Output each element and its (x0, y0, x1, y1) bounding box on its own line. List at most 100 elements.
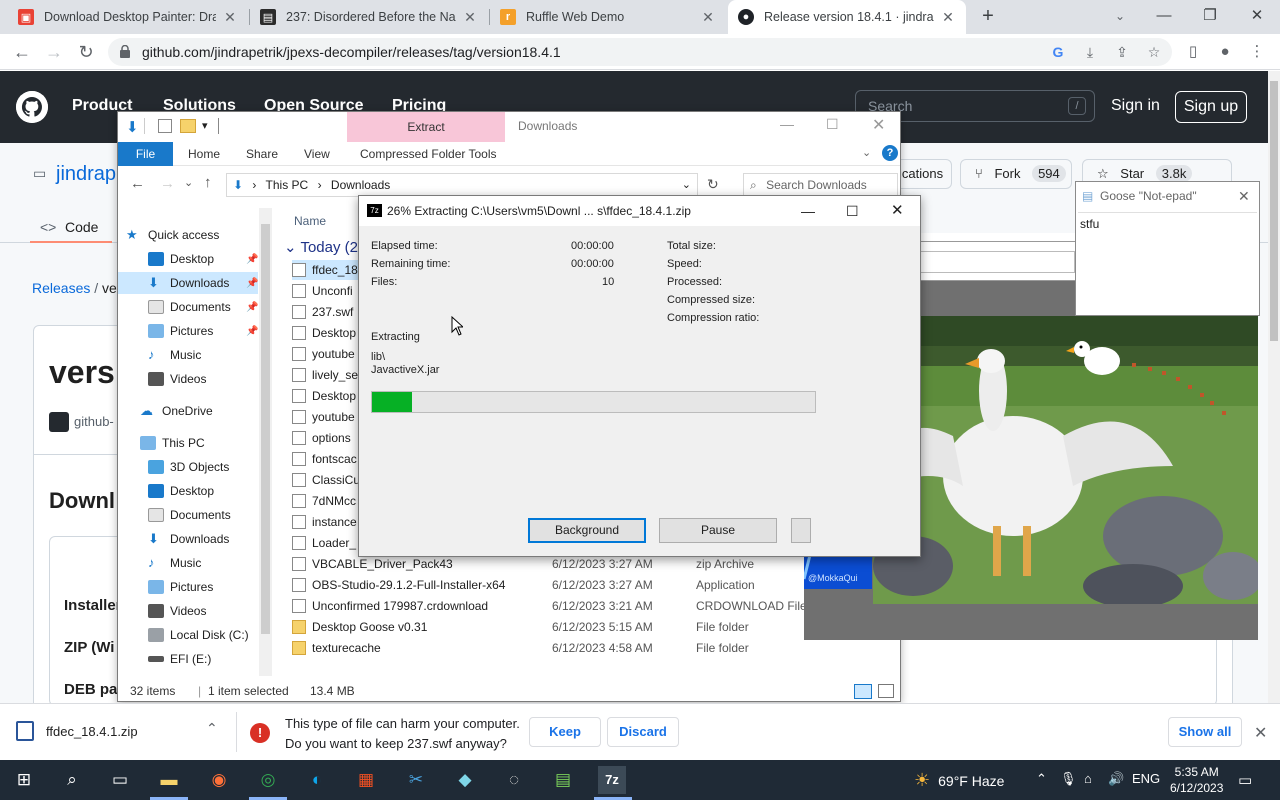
browser-tab-237[interactable]: ▤ 237: Disordered Before the Nake ✕ (250, 0, 488, 34)
new-tab-button[interactable]: + (976, 5, 1000, 29)
ribbon-extract-tab[interactable]: Extract (347, 112, 505, 142)
close-button[interactable]: ✕ (1238, 182, 1250, 210)
nav-music-pc[interactable]: ♪ Music (148, 552, 201, 574)
asset-zip[interactable]: ZIP (Wi (64, 639, 114, 656)
close-window-button[interactable]: ✕ (1234, 0, 1280, 34)
chevron-up-icon[interactable]: ⌃ (206, 720, 218, 737)
lock-icon[interactable] (120, 45, 130, 58)
7zip-taskbar-icon[interactable]: 7z (598, 766, 626, 794)
menu-kebab-icon[interactable]: ⋮ (1245, 40, 1269, 64)
large-icons-view-icon[interactable] (878, 684, 894, 698)
search-icon[interactable]: ⌕ (58, 766, 86, 794)
close-button[interactable]: ✕ (872, 115, 885, 135)
maximize-button[interactable]: ☐ (826, 116, 839, 133)
bookmark-star-icon[interactable]: ☆ (1144, 42, 1164, 62)
language-indicator[interactable]: ENG (1132, 771, 1160, 786)
column-name-header[interactable]: Name (294, 214, 326, 228)
address-bar[interactable]: github.com/jindrapetrik/jpexs-decompiler… (108, 38, 1172, 66)
recent-locations-icon[interactable]: ⌄ (184, 176, 193, 189)
background-button[interactable]: Background (528, 518, 646, 543)
file-row[interactable]: OBS-Studio-29.1.2-Full-Installer-x64 6/12… (292, 575, 892, 595)
task-view-icon[interactable]: ▭ (106, 766, 134, 794)
file-row[interactable]: Desktop Goose v0.31 6/12/2023 5:15 AM File… (292, 617, 892, 637)
tab-code[interactable]: Code (65, 219, 98, 235)
github-logo-icon[interactable] (16, 91, 48, 123)
refresh-icon[interactable]: ↻ (707, 176, 719, 193)
asset-installer[interactable]: Installer (64, 597, 122, 614)
app-icon[interactable]: ✂ (402, 766, 430, 794)
breadcrumb-downloads[interactable]: Downloads (331, 178, 390, 192)
sign-up-button[interactable]: Sign up (1175, 91, 1247, 123)
obs-icon[interactable]: ◌ (500, 766, 528, 794)
windows-start-icon[interactable]: ⊞ (10, 766, 38, 794)
file-row[interactable]: VBCABLE_Driver_Pack43 6/12/2023 3:27 AM zi… (292, 554, 892, 574)
chevron-right-icon[interactable]: › (318, 178, 322, 192)
close-icon[interactable]: ✕ (940, 9, 956, 26)
forward-button[interactable]: → (42, 40, 66, 64)
repo-owner-link[interactable]: jindrap (56, 163, 116, 186)
breadcrumb-this-pc[interactable]: This PC (266, 178, 309, 192)
notifications-icon[interactable]: ▭ (1238, 771, 1252, 789)
clock[interactable]: 5:35 AM 6/12/2023 (1170, 764, 1223, 796)
close-icon[interactable]: ✕ (462, 9, 478, 26)
nav-desktop-pc[interactable]: Desktop (148, 480, 214, 502)
maximize-button[interactable]: ☐ (846, 196, 859, 226)
close-icon[interactable]: ✕ (1254, 723, 1267, 743)
network-icon[interactable]: ⌂ (1084, 771, 1092, 786)
chrome-icon[interactable]: ◎ (254, 766, 282, 794)
chevron-down-icon[interactable]: ⌄ (682, 178, 691, 191)
nav-onedrive[interactable]: ☁ OneDrive (140, 400, 213, 422)
file-row[interactable]: texturecache 6/12/2023 4:58 AM File folder (292, 638, 892, 658)
nav-pictures-pc[interactable]: Pictures (148, 576, 213, 598)
close-icon[interactable]: ✕ (222, 9, 238, 26)
browser-tab-desktop-painter[interactable]: ▣ Download Desktop Painter: Draw ✕ (8, 0, 248, 34)
properties-icon[interactable] (158, 119, 172, 133)
nav-videos[interactable]: Videos (148, 368, 206, 390)
microphone-icon[interactable]: 🎙 (1060, 771, 1077, 787)
up-button[interactable]: ↑ (204, 174, 212, 191)
help-icon[interactable]: ? (882, 145, 898, 161)
forward-button[interactable]: → (160, 175, 175, 192)
back-button[interactable]: ← (10, 40, 34, 64)
google-translate-icon[interactable]: G (1048, 42, 1068, 62)
new-folder-icon[interactable] (180, 119, 196, 133)
nav-quick-access[interactable]: ★ Quick access (126, 224, 219, 246)
browser-tab-ruffle[interactable]: r Ruffle Web Demo ✕ (490, 0, 726, 34)
author-name[interactable]: github- (74, 414, 114, 429)
minimize-button[interactable]: — (780, 116, 794, 132)
nav-downloads-pc[interactable]: ⬇ Downloads (148, 528, 229, 550)
ribbon-view-tab[interactable]: View (304, 147, 330, 161)
explorer-address-bar[interactable]: ⬇ › This PC › Downloads ⌄ (226, 173, 698, 197)
nav-local-disk[interactable]: Local Disk (C:) (148, 624, 249, 646)
nav-3d-objects[interactable]: 3D Objects (148, 456, 229, 478)
minimize-button[interactable]: — (801, 196, 815, 226)
page-scrollbar[interactable] (1268, 71, 1280, 703)
chevron-right-icon[interactable]: › (252, 178, 256, 192)
app-icon[interactable]: ▤ (549, 766, 577, 794)
volume-icon[interactable]: 🔊 (1108, 771, 1124, 787)
profile-avatar-icon[interactable]: ● (1213, 40, 1237, 64)
install-app-icon[interactable]: ⤓ (1080, 42, 1100, 62)
scrollbar-thumb[interactable] (261, 224, 270, 634)
explorer-search-input[interactable]: ⌕ Search Downloads (743, 173, 898, 197)
minimize-button[interactable]: — (1141, 0, 1187, 34)
download-item[interactable]: ffdec_18.4.1.zip (16, 721, 138, 741)
ribbon-home-tab[interactable]: Home (188, 147, 220, 161)
nav-this-pc[interactable]: This PC (140, 432, 205, 454)
back-button[interactable]: ← (130, 175, 145, 192)
share-icon[interactable]: ⇪ (1112, 42, 1132, 62)
nav-music[interactable]: ♪ Music (148, 344, 201, 366)
nav-efi[interactable]: EFI (E:) (148, 648, 211, 670)
sign-in-link[interactable]: Sign in (1111, 97, 1160, 115)
side-panel-icon[interactable]: ▯ (1181, 40, 1205, 64)
chevron-up-icon[interactable]: ⌃ (1036, 771, 1047, 787)
firefox-icon[interactable]: ◉ (205, 766, 233, 794)
nav-downloads[interactable]: ⬇ Downloads 📌 (118, 272, 258, 294)
ribbon-file-tab[interactable]: File (118, 142, 173, 166)
nav-desktop[interactable]: Desktop 📌 (148, 248, 258, 270)
ribbon-compressed-tools-tab[interactable]: Compressed Folder Tools (360, 147, 497, 161)
browser-tab-github-release[interactable]: ● Release version 18.4.1 · jindrapetr ✕ (728, 0, 966, 34)
app-icon[interactable]: ◆ (451, 766, 479, 794)
nav-documents-pc[interactable]: Documents (148, 504, 231, 526)
group-header[interactable]: ⌄ Today (25 (284, 238, 366, 256)
